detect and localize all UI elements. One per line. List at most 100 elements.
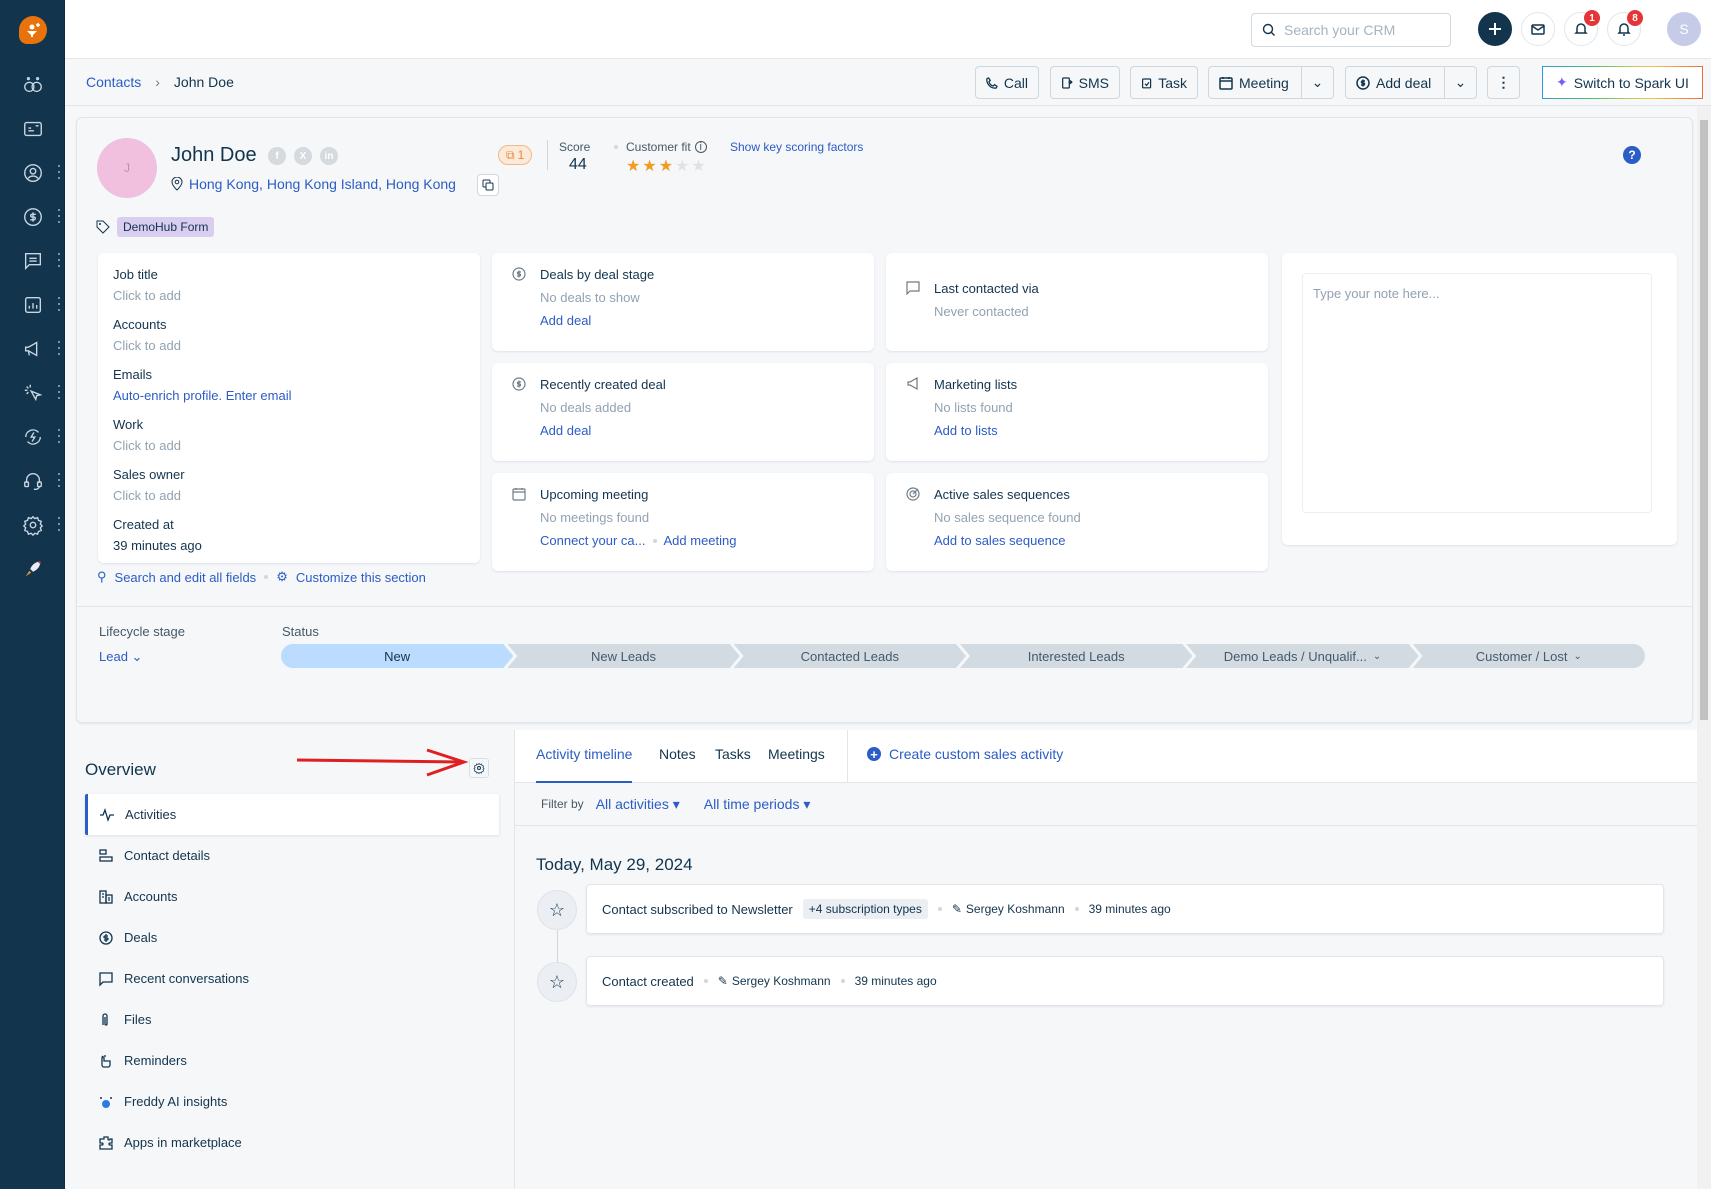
field-value[interactable]: Auto-enrich profile. Enter email xyxy=(113,388,465,403)
facebook-icon[interactable]: f xyxy=(268,147,286,165)
more-options-button[interactable]: ⋮ xyxy=(1487,66,1520,99)
status-stage[interactable]: Customer / Lost ⌄ xyxy=(1412,644,1645,668)
status-stage-label: Interested Leads xyxy=(1027,648,1125,664)
info-icon[interactable]: i xyxy=(694,141,707,153)
recently-created-deal-widget: Recently created deal No deals added Add… xyxy=(492,363,874,461)
gear-icon: ⚙ xyxy=(276,569,288,584)
overview-item-contact-details[interactable]: Contact details xyxy=(85,835,499,876)
support-headset-icon[interactable] xyxy=(0,465,65,497)
divider xyxy=(847,730,848,783)
add-meeting-link[interactable]: Add meeting xyxy=(664,533,737,548)
overview-item-deals[interactable]: Deals xyxy=(85,917,499,958)
status-stage[interactable]: Interested Leads xyxy=(960,644,1192,668)
show-scoring-factors-link[interactable]: Show key scoring factors xyxy=(730,140,863,154)
sidebar xyxy=(0,0,65,1189)
overview-item-activities[interactable]: Activities xyxy=(85,794,499,835)
reports-icon[interactable] xyxy=(0,289,65,321)
pencil-icon: ✎ xyxy=(717,974,728,988)
overview-item-accounts[interactable]: Accounts xyxy=(85,876,499,917)
sms-button[interactable]: SMS xyxy=(1050,66,1120,99)
crm-search-input[interactable]: Search your CRM xyxy=(1251,13,1451,47)
meeting-button[interactable]: Meeting ⌄ xyxy=(1208,66,1334,99)
activities-filter-dropdown[interactable]: All activities ▾ xyxy=(596,796,680,813)
sales-sequences-widget: Active sales sequences No sales sequence… xyxy=(886,473,1268,571)
create-custom-activity-button[interactable]: + Create custom sales activity xyxy=(867,746,1063,762)
switch-to-spark-button[interactable]: ✦ Switch to Spark UI xyxy=(1542,66,1703,99)
overview-item-recent-conversations[interactable]: Recent conversations xyxy=(85,958,499,999)
tab-tasks[interactable]: Tasks xyxy=(715,746,751,783)
call-button[interactable]: Call xyxy=(975,66,1039,99)
task-button[interactable]: Task xyxy=(1130,66,1198,99)
phone-notifications-button[interactable]: 1 xyxy=(1564,10,1600,46)
subscription-types-chip[interactable]: +4 subscription types xyxy=(802,899,928,919)
tab-notes[interactable]: Notes xyxy=(659,746,696,783)
linkedin-icon[interactable]: in xyxy=(320,147,338,165)
add-deal-link[interactable]: Add deal xyxy=(540,423,591,438)
inbox-card-icon[interactable] xyxy=(0,113,65,145)
status-stage[interactable]: Contacted Leads xyxy=(734,644,966,668)
scrollbar-thumb[interactable] xyxy=(1700,120,1708,720)
automation-icon[interactable] xyxy=(0,421,65,453)
overview-item-files[interactable]: Files xyxy=(85,999,499,1040)
search-edit-fields-link[interactable]: Search and edit all fields xyxy=(115,570,257,585)
quick-add-button[interactable] xyxy=(1478,12,1512,46)
rocket-icon[interactable] xyxy=(0,553,65,585)
lifecycle-stage-dropdown[interactable]: Lead ⌄ xyxy=(99,649,142,665)
time-period-filter-dropdown[interactable]: All time periods ▾ xyxy=(704,796,811,813)
page-scrollbar[interactable] xyxy=(1697,106,1711,1189)
meeting-dropdown-chevron-icon[interactable]: ⌄ xyxy=(1301,67,1333,98)
copy-button[interactable] xyxy=(477,174,499,196)
status-stage[interactable]: New xyxy=(281,644,513,668)
field-value[interactable]: Click to add xyxy=(113,488,465,503)
freddy-icon[interactable] xyxy=(0,69,65,101)
overview-settings-button[interactable] xyxy=(469,758,489,778)
timeline-entry[interactable]: Contact created ✎ Sergey Koshmann 39 minu… xyxy=(586,956,1664,1006)
copy-icon xyxy=(482,179,494,191)
add-to-sales-sequence-link[interactable]: Add to sales sequence xyxy=(934,533,1066,548)
widget-title: Active sales sequences xyxy=(934,487,1070,502)
help-icon[interactable]: ? xyxy=(1623,146,1641,164)
activity-panel: Activity timeline Notes Tasks Meetings +… xyxy=(515,730,1697,1189)
marketing-icon[interactable] xyxy=(0,333,65,365)
add-deal-link[interactable]: Add deal xyxy=(540,313,591,328)
overview-item-freddy-ai-insights[interactable]: Freddy AI insights xyxy=(85,1081,499,1122)
contact-location[interactable]: Hong Kong, Hong Kong Island, Hong Kong xyxy=(171,176,456,192)
field-value[interactable]: Click to add xyxy=(113,438,465,453)
tab-activity-timeline[interactable]: Activity timeline xyxy=(536,746,633,783)
app-logo-icon[interactable] xyxy=(19,16,47,44)
entry-title: Contact created xyxy=(602,973,694,989)
breadcrumb-contacts-link[interactable]: Contacts xyxy=(86,74,141,90)
user-avatar[interactable]: S xyxy=(1667,12,1701,46)
contacts-icon[interactable] xyxy=(0,157,65,189)
overview-item-reminders[interactable]: Reminders xyxy=(85,1040,499,1081)
cursor-click-icon[interactable] xyxy=(0,377,65,409)
x-twitter-icon[interactable]: X xyxy=(294,147,312,165)
duplicates-badge[interactable]: ⧉ 1 xyxy=(498,145,533,165)
status-stage[interactable]: Demo Leads / Unqualif... ⌄ xyxy=(1186,644,1418,668)
conversations-icon[interactable] xyxy=(0,245,65,277)
add-to-lists-link[interactable]: Add to lists xyxy=(934,423,998,438)
star-icon[interactable]: ☆ xyxy=(537,890,577,930)
overview-item-apps-in-marketplace[interactable]: Apps in marketplace xyxy=(85,1122,499,1163)
field-value[interactable]: Click to add xyxy=(113,288,465,303)
deals-icon[interactable] xyxy=(0,201,65,233)
connect-calendar-link[interactable]: Connect your ca... xyxy=(540,533,646,548)
note-input[interactable]: Type your note here... xyxy=(1302,273,1652,513)
field-label: Work xyxy=(113,417,144,432)
field-value[interactable]: Click to add xyxy=(113,338,465,353)
customize-section-link[interactable]: Customize this section xyxy=(296,570,426,585)
tab-meetings[interactable]: Meetings xyxy=(768,746,825,783)
star-filled-icon: ★ xyxy=(626,158,641,175)
widget-empty-text: No deals to show xyxy=(540,290,640,305)
notification-badge: 1 xyxy=(1584,10,1600,26)
customer-fit-text: Customer fit xyxy=(626,140,691,154)
timeline-entry[interactable]: Contact subscribed to Newsletter +4 subs… xyxy=(586,884,1664,934)
add-deal-button[interactable]: Add deal ⌄ xyxy=(1345,66,1477,99)
status-stage[interactable]: New Leads xyxy=(507,644,739,668)
tag-chip[interactable]: DemoHub Form xyxy=(117,217,215,237)
notifications-button[interactable]: 8 xyxy=(1607,10,1643,46)
add-deal-dropdown-chevron-icon[interactable]: ⌄ xyxy=(1444,67,1476,98)
email-button[interactable] xyxy=(1521,12,1555,46)
star-icon[interactable]: ☆ xyxy=(537,962,577,1002)
settings-icon[interactable] xyxy=(0,509,65,541)
